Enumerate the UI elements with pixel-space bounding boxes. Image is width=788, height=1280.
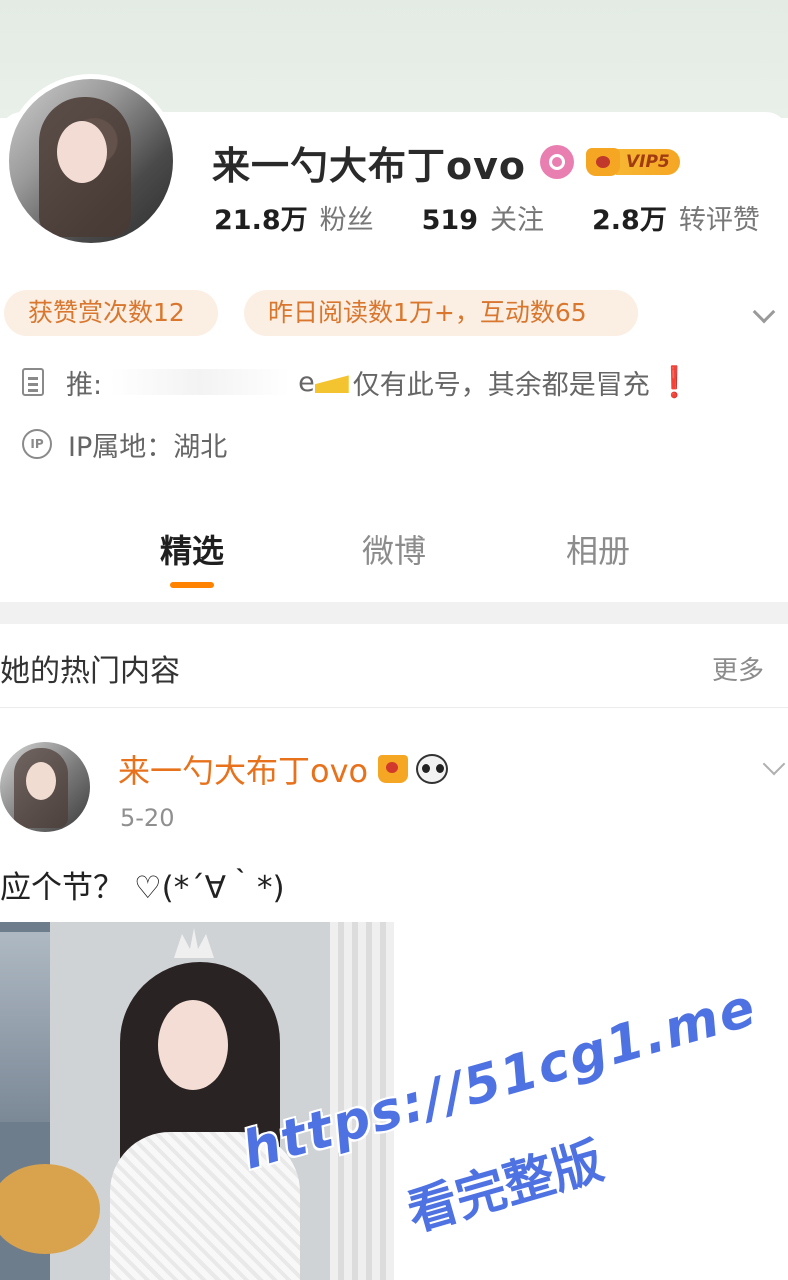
crown-icon xyxy=(585,148,620,176)
exclamation-icon: ❗ xyxy=(655,364,694,400)
hot-content-header: 她的热门内容 更多 xyxy=(0,624,788,708)
panda-icon xyxy=(416,754,449,784)
avatar-face xyxy=(57,121,107,183)
section-divider xyxy=(0,602,788,624)
watermark-caption: 看完整版 xyxy=(401,1131,610,1243)
recommend-suffix: e xyxy=(298,366,315,398)
recommend-blurred-text xyxy=(110,369,291,395)
crown-icon xyxy=(378,755,409,783)
section-title: 她的热门内容 xyxy=(0,654,180,689)
pumpkin-shape xyxy=(0,1164,100,1254)
recommend-row: 推: e 仅有此号，其余都是冒充 ❗ xyxy=(22,360,693,404)
tab-featured[interactable]: 精选 xyxy=(160,526,224,572)
verified-icon[interactable] xyxy=(539,145,574,179)
post-author-avatar[interactable] xyxy=(0,742,90,832)
likes-count[interactable]: 2.8万 xyxy=(592,198,667,237)
likes-label[interactable]: 转评赞 xyxy=(679,198,760,237)
followers-label[interactable]: 粉丝 xyxy=(320,198,374,237)
profile-tabs: 精选 微博 相册 xyxy=(0,520,788,590)
reading-stats-pill[interactable]: 昨日阅读数1万+，互动数65 xyxy=(244,290,638,336)
recommend-text: 仅有此号，其余都是冒充 xyxy=(352,369,650,401)
profile-stats: 21.8万 粉丝 519 关注 2.8万 转评赞 xyxy=(214,198,760,238)
post-author-name[interactable]: 来一勺大布丁ovo xyxy=(118,746,368,792)
vip-label: VIP5 xyxy=(615,149,680,175)
tab-selected-indicator xyxy=(170,582,214,588)
post-author-row: 来一勺大布丁ovo xyxy=(118,746,449,792)
post-date: 5-20 xyxy=(120,804,175,832)
following-label[interactable]: 关注 xyxy=(490,198,544,237)
vip-badge[interactable]: VIP5 xyxy=(585,147,680,177)
ip-icon: IP xyxy=(22,429,52,459)
post-text[interactable]: 应个节？ ♡(*´∀｀*) xyxy=(0,862,285,907)
followers-count[interactable]: 21.8万 xyxy=(214,198,308,237)
document-icon xyxy=(22,368,44,396)
profile-name-row: 来一勺大布丁ovo VIP5 xyxy=(212,136,680,188)
reward-count-pill[interactable]: 获赞赏次数12 xyxy=(4,290,218,336)
ip-location-row: IP IP属地：湖北 xyxy=(22,422,227,466)
profile-username: 来一勺大布丁ovo xyxy=(212,143,526,188)
tab-weibo[interactable]: 微博 xyxy=(362,526,426,572)
post-menu-chevron-icon[interactable] xyxy=(762,752,786,776)
cheese-icon xyxy=(314,375,349,393)
profile-avatar[interactable] xyxy=(4,74,178,248)
tab-album[interactable]: 相册 xyxy=(566,526,630,572)
recommend-prefix: 推: xyxy=(66,369,103,401)
following-count[interactable]: 519 xyxy=(422,205,478,236)
more-link[interactable]: 更多 xyxy=(712,650,764,687)
ip-location-text: IP属地：湖北 xyxy=(68,431,228,463)
